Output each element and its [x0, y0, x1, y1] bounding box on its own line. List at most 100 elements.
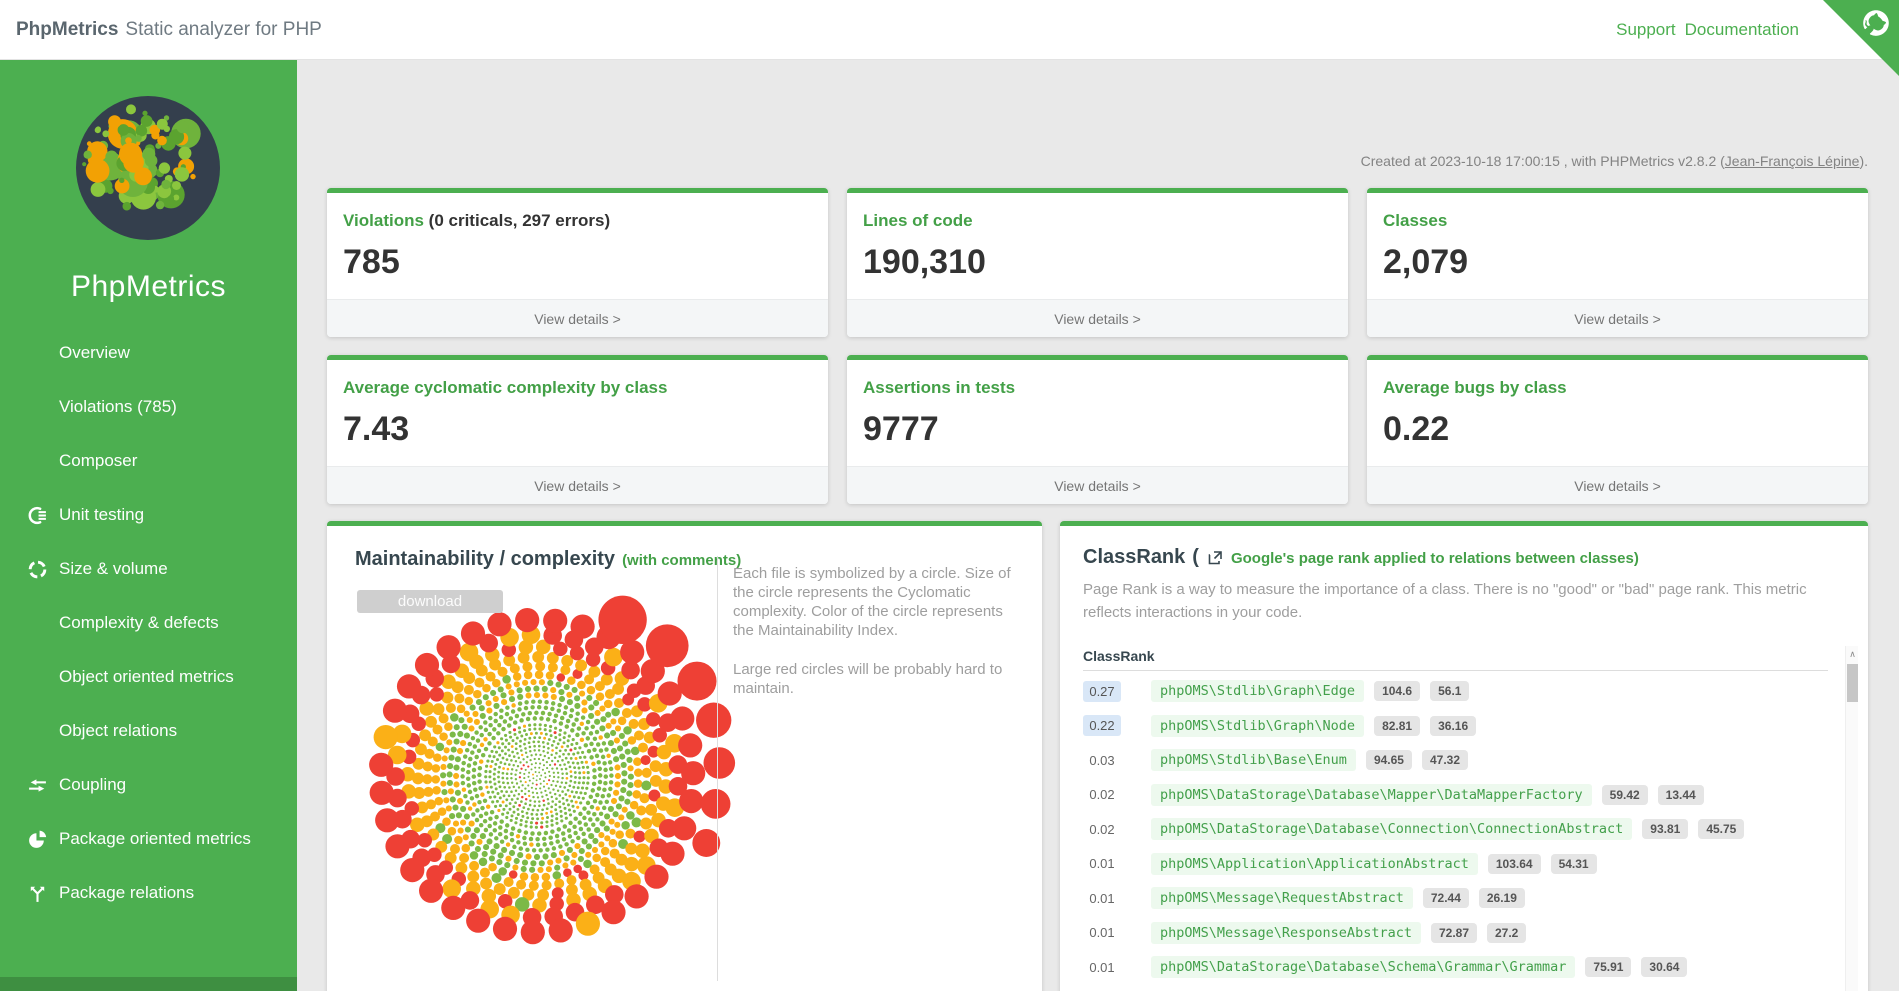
table-row[interactable]: 0.01 phpOMS\DataStorage\Database\Schema\… — [1083, 950, 1845, 985]
sidebar-item[interactable]: Package relations — [0, 866, 297, 920]
sidebar-item[interactable]: Violations (785) — [0, 380, 297, 434]
class-name-link[interactable]: phpOMS\DataStorage\Database\Connection\C… — [1151, 818, 1632, 840]
view-details-link[interactable]: View details > — [327, 466, 828, 504]
stat-card-title-row: Violations (0 criticals, 297 errors) — [327, 193, 828, 231]
metric-badge-2: 30.64 — [1641, 957, 1687, 977]
classrank-panel: ClassRank ( Google's page rank applied t… — [1060, 521, 1868, 991]
table-row[interactable]: 0.03 phpOMS\Stdlib\Base\Enum 94.65 47.32 — [1083, 743, 1845, 778]
view-details-link[interactable]: View details > — [847, 299, 1348, 337]
classrank-table: ClassRank 0.27 phpOMS\Stdlib\Graph\Edge … — [1083, 648, 1845, 991]
table-row[interactable]: 0.01 phpOMS\Message\ResponseAbstract 72.… — [1083, 916, 1845, 951]
unit-testing-icon — [27, 504, 59, 526]
metric-badge-2: 26.19 — [1479, 888, 1525, 908]
view-details-link[interactable]: View details > — [847, 466, 1348, 504]
classrank-scrollbar[interactable]: ∧ — [1845, 646, 1858, 991]
header-nav: Support Documentation — [1616, 0, 1799, 60]
class-name-link[interactable]: phpOMS\Message\RequestAbstract — [1151, 887, 1413, 909]
classrank-value: 0.02 — [1083, 784, 1121, 805]
scrollbar-thumb[interactable] — [1847, 664, 1858, 702]
classrank-value: 0.03 — [1083, 750, 1121, 771]
stat-card-title: Average bugs by class — [1383, 378, 1567, 397]
table-row[interactable]: 0.02 phpOMS\DataStorage\Database\Connect… — [1083, 812, 1845, 847]
classrank-rows: 0.27 phpOMS\Stdlib\Graph\Edge 104.6 56.1… — [1083, 674, 1845, 991]
stat-card-title: Average cyclomatic complexity by class — [343, 378, 667, 397]
stat-card-title-row: Classes — [1367, 193, 1868, 231]
maintainability-panel: Maintainability / complexity (with comme… — [327, 521, 1042, 991]
sidebar-item[interactable]: Unit testing — [0, 488, 297, 542]
classrank-value: 0.01 — [1083, 922, 1121, 943]
sidebar-title: PhpMetrics — [0, 270, 297, 304]
sidebar-item[interactable]: Object oriented metrics — [0, 650, 297, 704]
metric-badge-2: 13.44 — [1658, 785, 1704, 805]
table-row[interactable]: 0.22 phpOMS\Stdlib\Graph\Node 82.81 36.1… — [1083, 709, 1845, 744]
phpmetrics-logo — [76, 96, 220, 240]
view-details-link[interactable]: View details > — [327, 299, 828, 337]
stat-card: Lines of code 190,310 View details > — [847, 188, 1348, 337]
table-row[interactable]: 0.27 phpOMS\Stdlib\Graph\Edge 104.6 56.1 — [1083, 674, 1845, 709]
sidebar-item[interactable]: Object relations — [0, 704, 297, 758]
classrank-value: 0.27 — [1083, 681, 1121, 702]
maintainability-bubble-chart[interactable] — [327, 576, 767, 991]
documentation-link[interactable]: Documentation — [1685, 20, 1799, 40]
size-volume-icon — [27, 558, 59, 580]
top-header: PhpMetrics Static analyzer for PHP Suppo… — [0, 0, 1899, 60]
classrank-value: 0.02 — [1083, 819, 1121, 840]
class-name-link[interactable]: phpOMS\Stdlib\Graph\Edge — [1151, 680, 1364, 702]
sidebar-item[interactable]: Package oriented metrics — [0, 812, 297, 866]
class-name-link[interactable]: phpOMS\DataStorage\Database\Mapper\DataM… — [1151, 784, 1592, 806]
sidebar-item[interactable]: Complexity & defects — [0, 596, 297, 650]
stats-grid: Violations (0 criticals, 297 errors) 785… — [327, 188, 1868, 504]
classrank-description: Page Rank is a way to measure the import… — [1083, 578, 1843, 624]
created-at-text: Created at 2023-10-18 17:00:15 , with PH… — [1361, 153, 1725, 169]
sidebar-item[interactable]: Overview — [0, 326, 297, 380]
classrank-value: 0.01 — [1083, 853, 1121, 874]
support-link[interactable]: Support — [1616, 20, 1676, 40]
classrank-paren: ( — [1192, 546, 1199, 569]
created-at-line: Created at 2023-10-18 17:00:15 , with PH… — [1361, 153, 1868, 169]
classrank-value: 0.22 — [1083, 715, 1121, 736]
sidebar: PhpMetrics Overview Violations (785) Com… — [0, 60, 297, 991]
stat-card-value: 9777 — [847, 398, 1348, 449]
metric-badge-1: 94.65 — [1366, 750, 1412, 770]
metric-badge-2: 45.75 — [1698, 819, 1744, 839]
stat-card-title-row: Lines of code — [847, 193, 1348, 231]
stat-card: Average bugs by class 0.22 View details … — [1367, 355, 1868, 504]
coupling-icon — [27, 774, 59, 796]
table-row[interactable]: 0.01 phpOMS\DataStorage\Database\Builder… — [1083, 985, 1845, 991]
metric-badge-2: 27.2 — [1487, 923, 1526, 943]
stat-card: Classes 2,079 View details > — [1367, 188, 1868, 337]
class-name-link[interactable]: phpOMS\Message\ResponseAbstract — [1151, 922, 1421, 944]
sidebar-footer-strip — [0, 977, 297, 991]
scrollbar-up-arrow[interactable]: ∧ — [1846, 646, 1859, 662]
view-details-link[interactable]: View details > — [1367, 299, 1868, 337]
metric-badge-1: 103.64 — [1488, 854, 1541, 874]
stat-card-title: Violations — [343, 211, 424, 230]
class-name-link[interactable]: phpOMS\Stdlib\Base\Enum — [1151, 749, 1356, 771]
class-name-link[interactable]: phpOMS\Stdlib\Graph\Node — [1151, 715, 1364, 737]
stat-card-title-row: Assertions in tests — [847, 360, 1348, 398]
stat-card-title: Lines of code — [863, 211, 973, 230]
stat-card-value: 190,310 — [847, 231, 1348, 282]
table-row[interactable]: 0.02 phpOMS\DataStorage\Database\Mapper\… — [1083, 778, 1845, 813]
class-name-link[interactable]: phpOMS\DataStorage\Database\Schema\Gramm… — [1151, 956, 1575, 978]
table-row[interactable]: 0.01 phpOMS\Application\ApplicationAbstr… — [1083, 847, 1845, 882]
table-row[interactable]: 0.01 phpOMS\Message\RequestAbstract 72.4… — [1083, 881, 1845, 916]
classrank-title: ClassRank — [1083, 546, 1185, 569]
author-link[interactable]: Jean-François Lépine — [1725, 153, 1860, 169]
class-name-link[interactable]: phpOMS\Application\ApplicationAbstract — [1151, 853, 1478, 875]
maintainability-title-row: Maintainability / complexity (with comme… — [355, 548, 741, 571]
package-oriented-metrics-icon — [27, 828, 59, 850]
maintainability-title: Maintainability / complexity — [355, 548, 615, 571]
sidebar-item[interactable]: Size & volume — [0, 542, 297, 596]
sidebar-item[interactable]: Composer — [0, 434, 297, 488]
stat-card: Assertions in tests 9777 View details > — [847, 355, 1348, 504]
download-button[interactable]: download — [357, 590, 503, 613]
classrank-subtitle-link[interactable]: Google's page rank applied to relations … — [1231, 550, 1639, 567]
metric-badge-2: 47.32 — [1422, 750, 1468, 770]
stat-card-title-row: Average cyclomatic complexity by class — [327, 360, 828, 398]
github-corner-ribbon[interactable] — [1823, 0, 1899, 76]
package-relations-icon — [27, 882, 59, 904]
view-details-link[interactable]: View details > — [1367, 466, 1868, 504]
sidebar-item[interactable]: Coupling — [0, 758, 297, 812]
classrank-column-header: ClassRank — [1083, 648, 1828, 671]
